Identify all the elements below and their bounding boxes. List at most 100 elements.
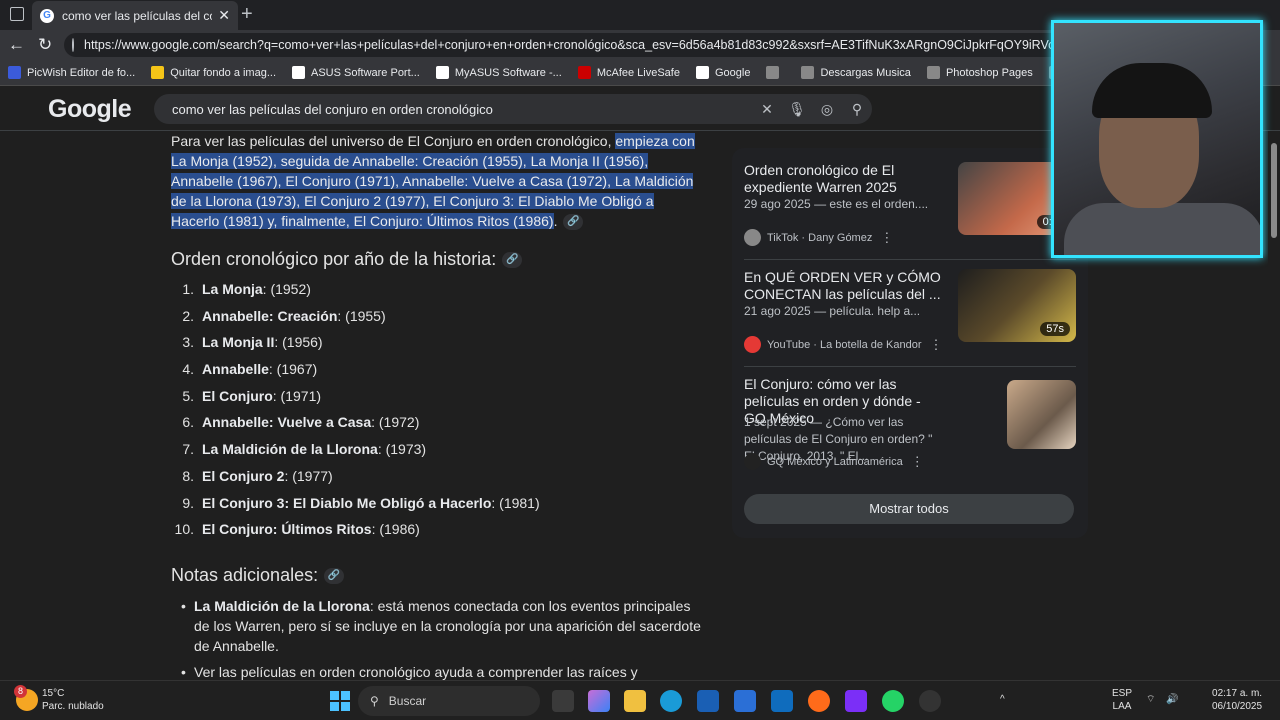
person-shirt — [1064, 203, 1260, 255]
movie-title: El Conjuro — [202, 387, 273, 404]
search-icon[interactable]: ⚲ — [842, 101, 872, 118]
source-attribution[interactable]: YouTube · La botella de Kandor ⋮ — [744, 336, 943, 353]
source-snippet: 21 ago 2025 — película. help a... — [744, 304, 921, 318]
file-explorer-icon[interactable] — [624, 690, 646, 712]
bookmark-icon — [801, 66, 815, 79]
movie-title: Annabelle — [202, 361, 269, 378]
firefox-icon[interactable] — [808, 690, 830, 712]
site-info-icon[interactable] — [72, 38, 74, 52]
new-tab-button[interactable]: + — [241, 3, 253, 26]
more-options-icon[interactable]: ⋮ — [930, 337, 943, 353]
language-indicator[interactable]: ESP LAA — [1112, 687, 1132, 713]
bookmark-item[interactable]: Descargas Musica — [801, 66, 911, 79]
bookmark-item[interactable]: Quitar fondo a imag... — [151, 66, 276, 79]
more-options-icon[interactable]: ⋮ — [911, 454, 924, 470]
app-heart-icon[interactable] — [845, 690, 867, 712]
movie-year: : (1955) — [337, 307, 386, 324]
app-icon[interactable] — [734, 690, 756, 712]
movie-title: Annabelle: Vuelve a Casa — [202, 414, 372, 431]
source-thumbnail[interactable] — [1007, 380, 1076, 449]
bookmark-label: Photoshop Pages — [945, 66, 1033, 79]
video-duration: 57s — [1040, 322, 1070, 336]
edge-icon[interactable] — [660, 690, 682, 712]
movie-title: La Maldición de la Llorona — [202, 441, 378, 458]
more-options-icon[interactable]: ⋮ — [880, 230, 893, 246]
bookmark-item[interactable]: Google — [695, 66, 750, 79]
bookmark-item[interactable]: McAfee LiveSafe — [577, 66, 680, 79]
whatsapp-icon[interactable] — [882, 690, 904, 712]
start-button[interactable] — [330, 691, 350, 711]
source-title[interactable]: En QUÉ ORDEN VER y CÓMO CONECTAN las pel… — [744, 269, 944, 303]
reload-icon[interactable]: ↻ — [38, 35, 52, 55]
list-number: 2. — [182, 307, 194, 324]
microphone-icon[interactable]: 🎙 — [782, 101, 812, 118]
movie-year: : (1956) — [274, 334, 323, 351]
task-view-icon[interactable] — [552, 690, 574, 712]
movie-title: Annabelle: Creación — [202, 307, 338, 324]
movie-year: : (1971) — [272, 387, 322, 404]
bookmark-label: Descargas Musica — [820, 66, 911, 79]
source-snippet: 29 ago 2025 — este es el orden.... — [744, 197, 929, 211]
language: ESP — [1112, 688, 1133, 699]
list-item: 8. El Conjuro 2: (1977) — [171, 467, 701, 494]
url-field[interactable]: https://www.google.com/search?q=como+ver… — [64, 33, 1064, 57]
page-scrollbar[interactable] — [1268, 131, 1280, 680]
google-logo[interactable]: Google — [48, 95, 132, 124]
intro-paragraph: Para ver las películas del universo de E… — [171, 131, 701, 231]
wifi-icon[interactable]: ⌔ — [1146, 693, 1155, 706]
taskbar-search[interactable]: ⚲ Buscar — [358, 686, 540, 716]
volume-icon[interactable]: 🔊 — [1166, 693, 1178, 706]
copilot-icon[interactable] — [588, 690, 610, 712]
source-avatar — [744, 229, 761, 246]
movie-year: : (1972) — [371, 414, 420, 431]
store-icon[interactable] — [697, 690, 719, 712]
source-title[interactable]: Orden cronológico de El expediente Warre… — [744, 162, 944, 196]
back-arrow-icon[interactable]: ← — [8, 35, 25, 55]
link-icon[interactable]: 🔗 — [502, 252, 523, 269]
clear-icon[interactable]: ✕ — [752, 101, 782, 118]
weather-widget[interactable]: 8 15°C Parc. nublado — [14, 685, 104, 713]
active-tab[interactable]: G como ver las películas del conjuro ✕ — [32, 1, 238, 30]
source-card[interactable]: Orden cronológico de El expediente Warre… — [744, 152, 1076, 256]
tab-actions-icon[interactable] — [10, 7, 24, 21]
list-number: 6. — [182, 414, 194, 431]
bookmark-item[interactable]: MyASUS Software -... — [435, 66, 562, 79]
source-name: GQ México y Latinoamérica — [767, 455, 903, 468]
source-attribution[interactable]: GQ México y Latinoamérica ⋮ — [744, 453, 924, 470]
source-card[interactable]: En QUÉ ORDEN VER y CÓMO CONECTAN las pel… — [744, 259, 1076, 363]
weather-text: Parc. nublado — [42, 701, 104, 712]
source-card[interactable]: El Conjuro: cómo ver las películas en or… — [744, 366, 1076, 470]
link-icon[interactable]: 🔗 — [324, 568, 345, 585]
bookmark-icon — [926, 66, 940, 79]
bookmark-item[interactable]: Photoshop Pages — [926, 66, 1033, 79]
outlook-icon[interactable] — [771, 690, 793, 712]
person-cap — [1092, 63, 1212, 118]
source-avatar — [744, 453, 761, 470]
bookmark-label: PicWish Editor de fo... — [27, 66, 136, 79]
source-attribution[interactable]: TikTok · Dany Gómez ⋮ — [744, 229, 893, 246]
bookmark-label: ASUS Software Port... — [311, 66, 420, 79]
obs-icon[interactable] — [919, 690, 941, 712]
close-tab-icon[interactable]: ✕ — [218, 7, 230, 24]
section-title-order: Orden cronológico por año de la historia… — [171, 249, 701, 270]
scrollbar-thumb[interactable] — [1271, 143, 1277, 238]
note-item: La Maldición de la Llorona: está menos c… — [181, 596, 701, 656]
link-icon[interactable]: 🔗 — [563, 214, 584, 231]
show-all-button[interactable]: Mostrar todos — [744, 494, 1074, 524]
source-thumbnail[interactable]: 57s — [958, 269, 1076, 342]
search-input[interactable]: como ver las películas del conjuro en or… — [172, 102, 752, 117]
bookmark-item[interactable] — [766, 66, 785, 79]
taskbar-search-label: Buscar — [388, 694, 427, 708]
list-item: 5. El Conjuro: (1971) — [171, 387, 701, 414]
section-title-notes: Notas adicionales: 🔗 — [171, 565, 701, 586]
lens-icon[interactable]: ◎ — [812, 101, 842, 118]
bookmark-icon — [435, 66, 449, 79]
movie-title: El Conjuro 3: El Diablo Me Obligó a Hace… — [202, 494, 492, 511]
movie-year: : (1977) — [284, 467, 333, 484]
clock[interactable]: 02:17 a. m. 06/10/2025 — [1212, 687, 1262, 713]
bookmark-item[interactable]: ASUS Software Port... — [292, 66, 420, 79]
bookmark-item[interactable]: PicWish Editor de fo... — [8, 66, 135, 79]
search-box[interactable]: como ver las películas del conjuro en or… — [154, 94, 872, 124]
notification-badge: 8 — [14, 685, 27, 698]
chevron-up-icon[interactable]: ^ — [1000, 693, 1005, 706]
